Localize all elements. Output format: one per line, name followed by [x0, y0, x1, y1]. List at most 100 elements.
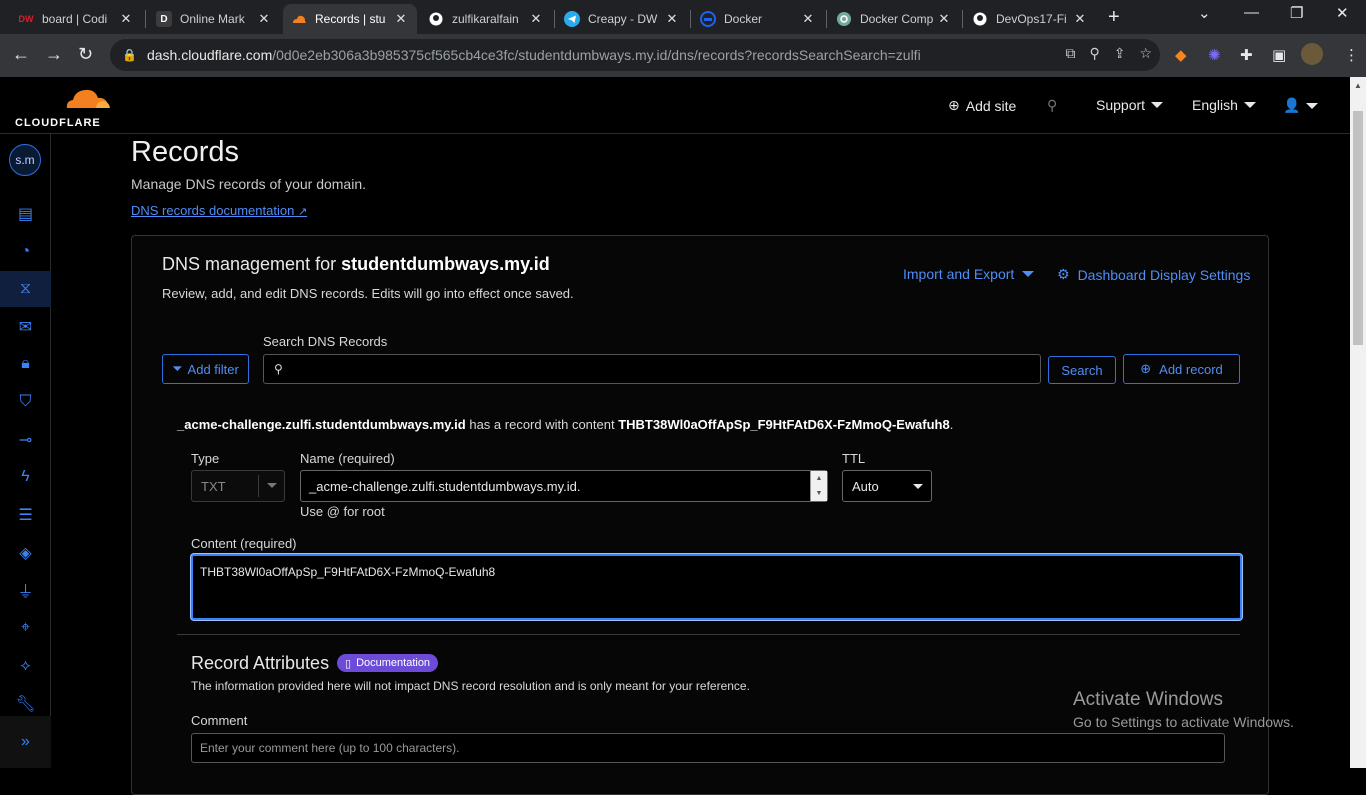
close-icon[interactable]: ✕: [528, 11, 544, 27]
sidebar-item-analytics[interactable]: ◔: [0, 234, 51, 270]
sidebar-item-ssl[interactable]: 🔒︎: [0, 346, 51, 382]
browser-tab[interactable]: Docker Comp ✕: [828, 4, 960, 34]
watermark-subtitle: Go to Settings to activate Windows.: [1073, 714, 1294, 730]
browser-tab[interactable]: D Online Mark ✕: [148, 4, 280, 34]
add-record-label: Add record: [1159, 361, 1223, 377]
close-icon[interactable]: ✕: [1072, 11, 1088, 27]
share-icon[interactable]: ⇪: [1114, 45, 1126, 62]
sidebar-item-rules[interactable]: ⏚: [0, 572, 51, 608]
chevron-up-icon[interactable]: ▲: [816, 475, 823, 482]
add-filter-button[interactable]: ⏷ Add filter: [162, 354, 249, 384]
new-tab-button[interactable]: +: [1108, 6, 1120, 29]
browser-tab[interactable]: DevOps17-Fi ✕: [964, 4, 1096, 34]
browser-tab-active[interactable]: Records | stu ✕: [283, 4, 417, 34]
restore-button[interactable]: ❐: [1290, 4, 1303, 22]
summary-record-content: THBT38Wl0aOffApSp_F9HtFAtD6X-FzMmoQ-Ewaf…: [618, 417, 950, 432]
bookmark-star-icon[interactable]: ☆: [1139, 45, 1152, 62]
ttl-select[interactable]: Auto: [842, 470, 932, 502]
search-icon[interactable]: ⚲: [1047, 97, 1057, 114]
browser-tab[interactable]: DW board | Codi ✕: [10, 4, 142, 34]
close-icon[interactable]: ✕: [664, 11, 680, 27]
chevron-down-icon: [267, 483, 277, 488]
documentation-badge[interactable]: ▯ Documentation: [337, 654, 439, 672]
translate-icon[interactable]: ⧉: [1065, 45, 1075, 62]
comment-input[interactable]: Enter your comment here (up to 100 chara…: [191, 733, 1225, 763]
close-icon[interactable]: ✕: [936, 11, 952, 27]
close-window-button[interactable]: ✕: [1336, 4, 1349, 22]
record-name-input[interactable]: _acme-challenge.zulfi.studentdumbways.my…: [300, 470, 828, 502]
profile-avatar[interactable]: [1301, 43, 1323, 65]
sidebar-item-email[interactable]: ✉: [0, 309, 51, 345]
chevron-down-icon[interactable]: ▼: [816, 490, 823, 497]
chatgpt-icon: [836, 11, 852, 27]
language-menu[interactable]: English: [1192, 97, 1256, 113]
support-label: Support: [1096, 97, 1146, 113]
scroll-up-arrow-icon[interactable]: ▲: [1354, 81, 1362, 90]
tab-title: Docker Comp: [860, 12, 934, 26]
extension-gear-icon[interactable]: ✺: [1208, 46, 1221, 64]
sidebar-item-caching[interactable]: ☰: [0, 497, 51, 533]
search-dns-input[interactable]: ⚲: [263, 354, 1041, 384]
sidebar-item-access[interactable]: ⊸: [0, 422, 51, 458]
zoom-icon[interactable]: ⚲: [1089, 45, 1099, 62]
sidebar-item-workers[interactable]: ◈: [0, 535, 51, 571]
record-content-textarea[interactable]: THBT38Wl0aOffApSp_F9HtFAtD6X-FzMmoQ-Ewaf…: [191, 554, 1242, 620]
import-export-button[interactable]: Import and Export: [903, 266, 1035, 282]
support-menu[interactable]: Support: [1096, 97, 1164, 113]
add-site-button[interactable]: ⊕ Add site: [948, 97, 1016, 114]
tab-search-icon[interactable]: ⌄: [1198, 4, 1211, 22]
metamask-icon[interactable]: ◆: [1175, 46, 1187, 64]
sidebar-item-overview[interactable]: ▤: [0, 196, 51, 232]
tab-title: Records | stu: [315, 12, 386, 26]
sidebar-item-security[interactable]: ⛉: [0, 384, 51, 420]
sidebar-expand-button[interactable]: »: [0, 716, 51, 768]
extensions-puzzle-icon[interactable]: ✚: [1240, 46, 1253, 64]
scrollbar-thumb[interactable]: [1353, 111, 1363, 345]
close-icon[interactable]: ✕: [800, 11, 816, 27]
filter-icon: ⏚: [17, 584, 34, 601]
close-icon[interactable]: ✕: [393, 11, 409, 27]
search-button[interactable]: Search: [1048, 356, 1116, 384]
chevron-down-icon: [1306, 102, 1319, 109]
menu-icon[interactable]: ⋮: [1344, 46, 1359, 64]
side-panel-icon[interactable]: ▣: [1272, 46, 1286, 64]
ttl-value: Auto: [852, 478, 879, 494]
tab-title: Online Mark: [180, 12, 245, 26]
tab-title: Docker: [724, 12, 763, 26]
sidebar-item-dns[interactable]: ⧖: [0, 271, 51, 307]
dns-icon: ⧖: [19, 280, 32, 297]
close-icon[interactable]: ✕: [118, 11, 134, 27]
browser-tab[interactable]: zulfikaralfain ✕: [420, 4, 552, 34]
user-menu[interactable]: 👤: [1283, 97, 1319, 114]
email-icon: ✉: [18, 319, 33, 336]
page-scrollbar[interactable]: ▲: [1350, 77, 1366, 768]
cloudflare-cloud-icon: [66, 89, 110, 108]
record-type-select[interactable]: TXT: [191, 470, 285, 502]
url-bar[interactable]: 🔒 dash.cloudflare.com/0d0e2eb306a3b98537…: [110, 39, 1160, 71]
sidebar-item-traffic[interactable]: ⟡: [0, 648, 51, 684]
browser-tab[interactable]: Docker ✕: [692, 4, 824, 34]
sidebar-item-network[interactable]: ⌖: [0, 610, 51, 646]
github-icon: [972, 11, 988, 27]
back-icon[interactable]: ←: [12, 44, 30, 65]
documentation-badge-label: Documentation: [356, 657, 431, 669]
account-avatar[interactable]: s.m: [9, 144, 41, 176]
double-chevron-right-icon: »: [21, 733, 30, 750]
browser-tab[interactable]: Creapy - DW ✕: [556, 4, 688, 34]
location-pin-icon: ⌖: [20, 619, 30, 636]
d-icon: D: [156, 11, 172, 27]
sidebar-item-speed[interactable]: ϟ: [0, 459, 51, 495]
dashboard-display-settings-button[interactable]: ⚙ Dashboard Display Settings: [1057, 266, 1250, 283]
close-icon[interactable]: ✕: [256, 11, 272, 27]
autocomplete-stepper[interactable]: ▲ ▼: [810, 471, 827, 501]
reload-icon[interactable]: ↻: [78, 44, 93, 65]
sidebar: s.m ▤ ◔ ⧖ ✉ 🔒︎ ⛉ ⊸ ϟ ☰ ◈ ⏚ ⌖ ⟡ 🔧︎ »: [0, 134, 51, 768]
docker-icon: [700, 11, 716, 27]
user-icon: 👤: [1283, 97, 1301, 113]
add-record-button[interactable]: ⊕ Add record: [1123, 354, 1240, 384]
dns-title-prefix: DNS management for: [162, 254, 337, 274]
forward-icon[interactable]: →: [45, 44, 63, 65]
dns-docs-link[interactable]: DNS records documentation ↗: [131, 203, 307, 218]
minimize-button[interactable]: —: [1244, 4, 1259, 21]
search-icon: ⚲: [274, 362, 283, 376]
